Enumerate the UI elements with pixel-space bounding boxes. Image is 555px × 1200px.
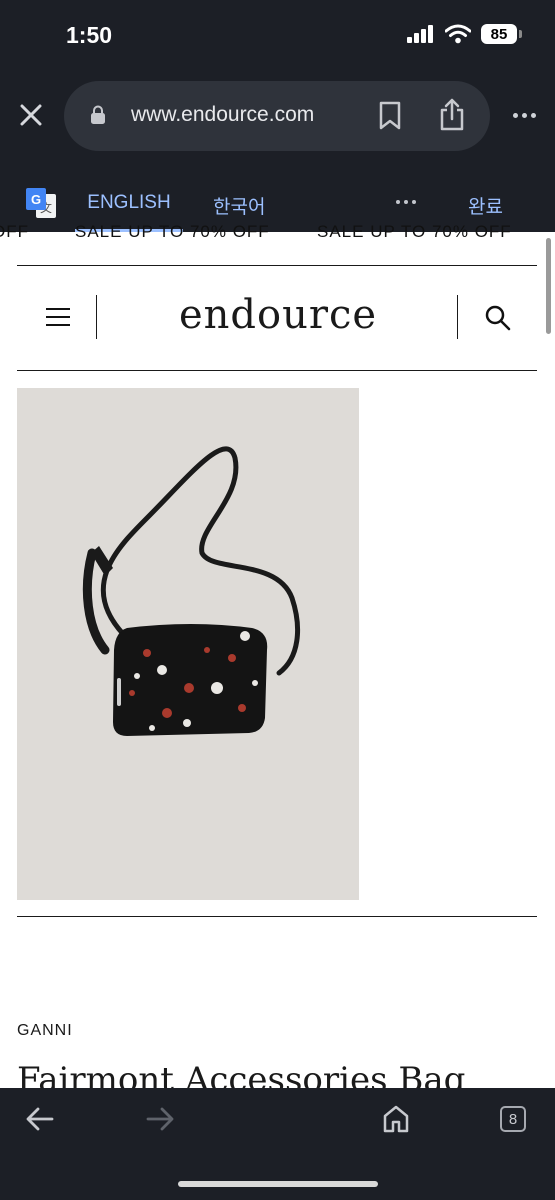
translate-tab-korean[interactable]: 한국어 bbox=[213, 192, 265, 219]
browser-chrome: 1:50 85 www.endource.com G ENGLISH 한국어 완… bbox=[0, 0, 555, 232]
sale-marquee[interactable]: OFF SALE UP TO 70% OFF SALE UP TO 70% OF… bbox=[0, 222, 545, 244]
ellipsis-icon bbox=[512, 112, 518, 118]
wifi-icon bbox=[445, 24, 471, 44]
address-bar[interactable]: www.endource.com bbox=[64, 81, 490, 151]
divider bbox=[457, 295, 458, 339]
marquee-item: OFF bbox=[0, 222, 29, 241]
divider bbox=[17, 916, 537, 917]
battery-indicator: 85 bbox=[481, 24, 522, 44]
scrollbar[interactable] bbox=[546, 238, 551, 334]
translate-done-button[interactable]: 완료 bbox=[468, 192, 503, 219]
marquee-item: SALE UP TO 70% OFF bbox=[317, 222, 512, 241]
product-image[interactable] bbox=[17, 388, 359, 900]
bookmark-icon[interactable] bbox=[378, 101, 402, 131]
product-brand[interactable]: GANNI bbox=[17, 1022, 73, 1040]
close-button[interactable] bbox=[16, 100, 46, 130]
site-logo[interactable]: endource bbox=[100, 292, 456, 338]
hamburger-menu-button[interactable] bbox=[46, 308, 70, 326]
status-time: 1:50 bbox=[66, 22, 113, 48]
share-icon[interactable] bbox=[438, 98, 466, 132]
google-translate-icon[interactable]: 文 G bbox=[24, 186, 58, 220]
close-icon bbox=[20, 104, 42, 126]
search-icon[interactable] bbox=[484, 304, 512, 332]
svg-text:G: G bbox=[31, 192, 41, 207]
translate-more-button[interactable] bbox=[396, 200, 416, 204]
divider bbox=[96, 295, 97, 339]
divider bbox=[17, 265, 537, 266]
divider bbox=[17, 370, 537, 371]
bag-illustration bbox=[82, 446, 301, 736]
forward-arrow-icon[interactable] bbox=[146, 1106, 174, 1132]
back-arrow-icon[interactable] bbox=[26, 1106, 54, 1132]
status-icons: 85 bbox=[407, 24, 522, 44]
tab-switcher-button[interactable]: 8 bbox=[500, 1106, 526, 1132]
more-options-button[interactable] bbox=[506, 100, 542, 130]
home-indicator[interactable] bbox=[178, 1181, 378, 1187]
url-text[interactable]: www.endource.com bbox=[131, 103, 314, 127]
signal-icon bbox=[407, 25, 433, 43]
home-icon[interactable] bbox=[382, 1104, 410, 1134]
marquee-item: SALE UP TO 70% OFF bbox=[75, 222, 270, 241]
lock-icon bbox=[91, 105, 105, 124]
